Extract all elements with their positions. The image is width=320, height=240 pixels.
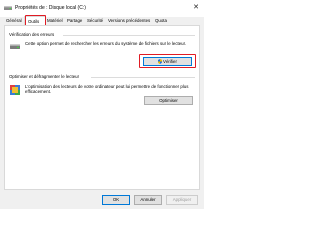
tab-hardware[interactable]: Matériel <box>46 17 63 25</box>
divider <box>91 77 195 78</box>
error-check-description: Cette option permet de rechercher les er… <box>25 41 187 46</box>
verify-button-label: Vérifier <box>163 59 177 64</box>
tab-sharing[interactable]: Partage <box>66 17 82 25</box>
tab-security[interactable]: Sécurité <box>86 17 103 25</box>
optimize-title: Optimiser et défragmenter le lecteur <box>9 74 80 79</box>
cancel-button[interactable]: Annuler <box>134 195 162 205</box>
defrag-icon <box>10 85 20 95</box>
tab-general[interactable]: Général <box>5 17 22 25</box>
tab-previous-versions[interactable]: Versions précédentes <box>107 17 150 25</box>
properties-window: Propriétés de : Disque local (C:) ✕ Géné… <box>0 0 204 209</box>
verify-button[interactable]: Vérifier <box>143 57 192 66</box>
optimize-description: L'optimisation des lecteurs de votre ord… <box>25 84 189 95</box>
divider <box>63 35 195 36</box>
window-title: Propriétés de : Disque local (C:) <box>15 5 86 11</box>
drive-icon <box>4 6 12 10</box>
drive-icon <box>10 44 20 49</box>
shield-icon <box>158 59 163 64</box>
title-bar: Propriétés de : Disque local (C:) ✕ <box>0 0 204 17</box>
error-check-title: Vérification des erreurs <box>9 32 55 37</box>
ok-button[interactable]: OK <box>102 195 130 205</box>
optimize-button[interactable]: Optimiser <box>144 96 193 105</box>
tools-panel: Vérification des erreurs Cette option pe… <box>4 25 200 190</box>
apply-button[interactable]: Appliquer <box>166 195 198 205</box>
tab-quota[interactable]: Quota <box>154 17 167 25</box>
close-button[interactable]: ✕ <box>191 3 201 13</box>
